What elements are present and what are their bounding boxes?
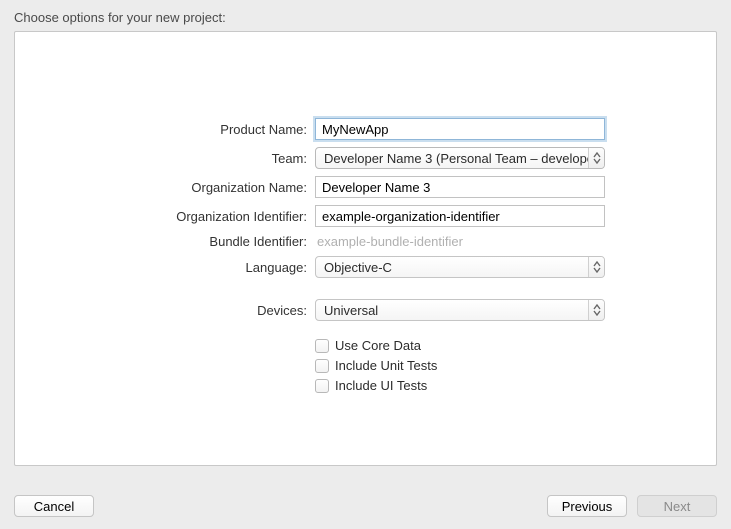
checkbox-label-ui-tests: Include UI Tests <box>335 378 427 393</box>
label-bundle-identifier: Bundle Identifier: <box>15 234 315 249</box>
label-language: Language: <box>15 260 315 275</box>
checkbox-core-data[interactable]: Use Core Data <box>315 338 716 353</box>
label-organization-name: Organization Name: <box>15 180 315 195</box>
organization-identifier-input[interactable] <box>315 205 605 227</box>
label-devices: Devices: <box>15 303 315 318</box>
row-team: Team: Developer Name 3 (Personal Team – … <box>15 147 716 169</box>
row-product-name: Product Name: <box>15 118 716 140</box>
dialog-header: Choose options for your new project: <box>0 0 731 31</box>
form-panel: Product Name: Team: Developer Name 3 (Pe… <box>14 31 717 466</box>
checkbox-label-core-data: Use Core Data <box>335 338 421 353</box>
updown-icon <box>588 148 604 168</box>
header-title: Choose options for your new project: <box>14 10 226 25</box>
devices-select[interactable]: Universal <box>315 299 605 321</box>
next-button-label: Next <box>664 499 691 514</box>
organization-name-input[interactable] <box>315 176 605 198</box>
checkbox-label-unit-tests: Include Unit Tests <box>335 358 437 373</box>
row-organization-name: Organization Name: <box>15 176 716 198</box>
checkbox-icon <box>315 359 329 373</box>
next-button[interactable]: Next <box>637 495 717 517</box>
team-select[interactable]: Developer Name 3 (Personal Team – develo… <box>315 147 605 169</box>
updown-icon <box>588 300 604 320</box>
language-select-value: Objective-C <box>324 260 588 275</box>
project-options-form: Product Name: Team: Developer Name 3 (Pe… <box>15 118 716 393</box>
row-bundle-identifier: Bundle Identifier: example-bundle-identi… <box>15 234 716 249</box>
language-select[interactable]: Objective-C <box>315 256 605 278</box>
row-devices: Devices: Universal <box>15 299 716 321</box>
product-name-input[interactable] <box>315 118 605 140</box>
cancel-button[interactable]: Cancel <box>14 495 94 517</box>
row-organization-identifier: Organization Identifier: <box>15 205 716 227</box>
checkbox-icon <box>315 339 329 353</box>
devices-select-value: Universal <box>324 303 588 318</box>
checkbox-icon <box>315 379 329 393</box>
previous-button-label: Previous <box>562 499 613 514</box>
checkbox-ui-tests[interactable]: Include UI Tests <box>315 378 716 393</box>
row-language: Language: Objective-C <box>15 256 716 278</box>
updown-icon <box>588 257 604 277</box>
checkbox-unit-tests[interactable]: Include Unit Tests <box>315 358 716 373</box>
bundle-identifier-value: example-bundle-identifier <box>315 234 463 249</box>
label-product-name: Product Name: <box>15 122 315 137</box>
dialog-footer: Cancel Previous Next <box>14 495 717 517</box>
cancel-button-label: Cancel <box>34 499 74 514</box>
previous-button[interactable]: Previous <box>547 495 627 517</box>
checkbox-group: Use Core Data Include Unit Tests Include… <box>315 338 716 393</box>
label-organization-identifier: Organization Identifier: <box>15 209 315 224</box>
label-team: Team: <box>15 151 315 166</box>
team-select-value: Developer Name 3 (Personal Team – develo… <box>324 151 588 166</box>
